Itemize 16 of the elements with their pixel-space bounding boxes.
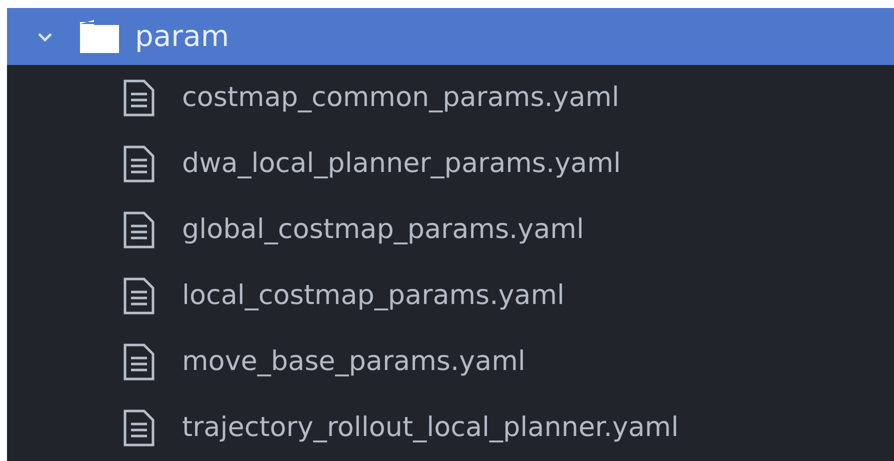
file-icon — [123, 145, 155, 183]
file-name[interactable]: trajectory_rollout_local_planner.yaml — [182, 408, 679, 448]
file-icon — [123, 79, 155, 117]
file-name[interactable]: global_costmap_params.yaml — [182, 210, 584, 250]
file-name[interactable]: local_costmap_params.yaml — [182, 276, 565, 316]
chevron-icon[interactable] — [37, 30, 53, 42]
file-name[interactable]: move_base_params.yaml — [182, 342, 526, 382]
file-name[interactable]: costmap_common_params.yaml — [182, 78, 620, 118]
file-icon — [123, 211, 155, 249]
folder-name: param — [135, 18, 230, 55]
file-name[interactable]: dwa_local_planner_params.yaml — [182, 144, 621, 184]
folder-icon — [80, 20, 119, 53]
file-icon — [123, 277, 155, 315]
file-icon — [123, 343, 155, 381]
file-icon — [123, 409, 155, 447]
folder-row[interactable]: param — [7, 8, 894, 65]
